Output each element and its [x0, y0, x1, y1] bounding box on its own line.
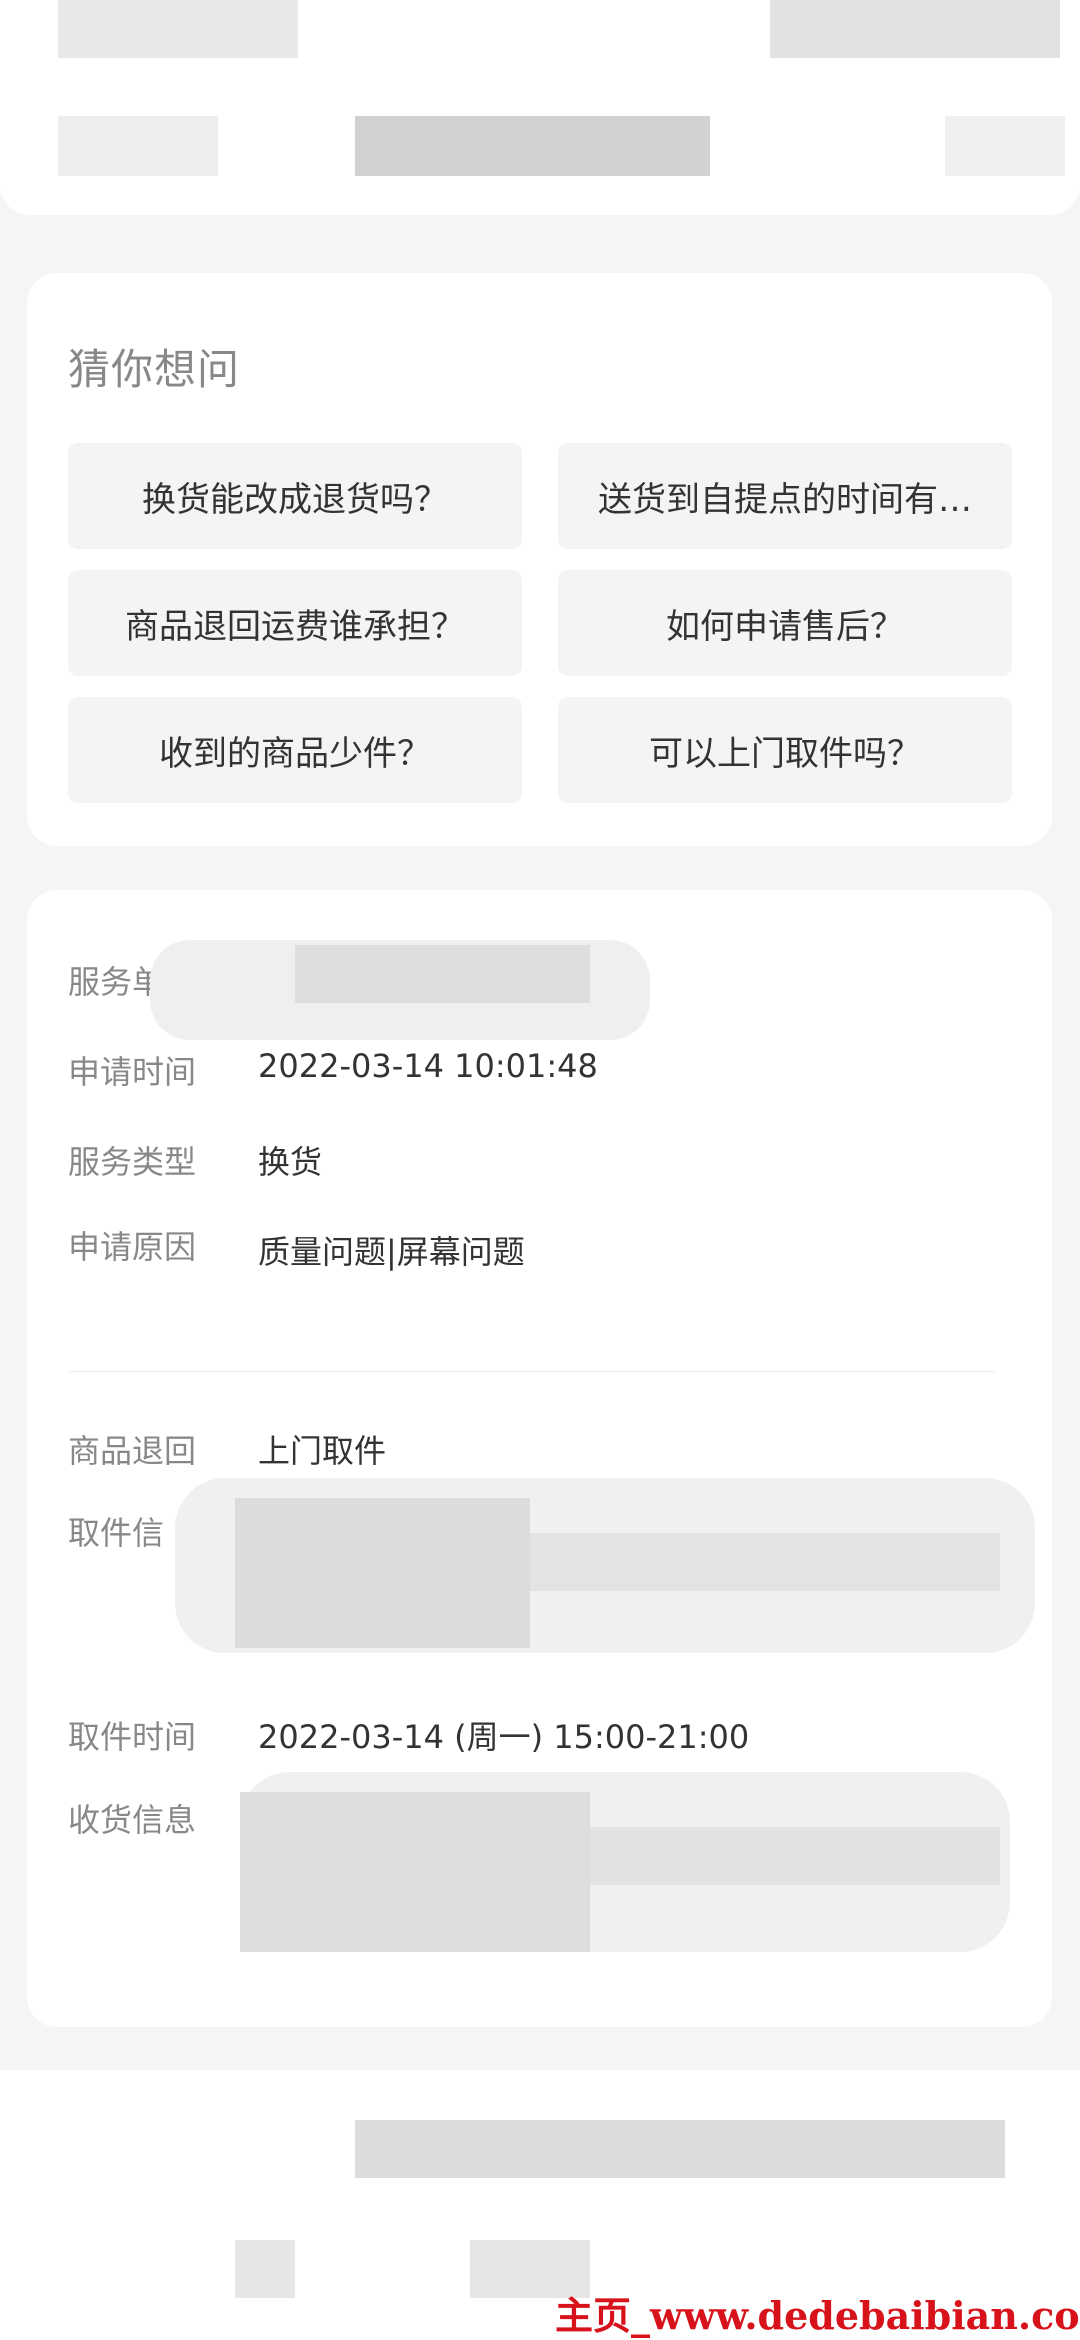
- redacted-block: [355, 2120, 1005, 2178]
- faq-question-label: 如何申请售后？: [666, 606, 904, 647]
- receive-info-label: 收货信息: [68, 1801, 197, 1839]
- redacted-block: [530, 1533, 1000, 1591]
- faq-question-button[interactable]: 收到的商品少件？: [68, 697, 522, 803]
- redacted-block: [235, 1498, 530, 1648]
- redacted-block: [235, 2240, 295, 2298]
- return-method-label: 商品退回: [68, 1432, 197, 1470]
- return-method-value: 上门取件: [258, 1432, 387, 1470]
- redacted-block: [240, 1792, 590, 1952]
- watermark: 主页_www.dedebaibian.com: [555, 2293, 1080, 2338]
- pickup-time-label: 取件时间: [68, 1718, 197, 1756]
- faq-question-label: 可以上门取件吗？: [649, 733, 921, 774]
- faq-question-button[interactable]: 换货能改成退货吗？: [68, 443, 522, 549]
- faq-question-label: 收到的商品少件？: [159, 733, 431, 774]
- redacted-block: [590, 1827, 1000, 1885]
- redacted-pickup-info: [175, 1478, 1035, 1653]
- service-type-value: 换货: [258, 1143, 323, 1181]
- apply-reason-label: 申请原因: [68, 1228, 197, 1266]
- faq-question-label: 换货能改成退货吗？: [142, 479, 448, 520]
- redacted-service-no: [150, 940, 650, 1040]
- redacted-block: [770, 0, 1060, 58]
- faq-question-button[interactable]: 可以上门取件吗？: [558, 697, 1012, 803]
- redacted-title: [355, 116, 710, 176]
- redacted-block: [58, 0, 298, 58]
- apply-time-value: 2022-03-14 10:01:48: [258, 1047, 598, 1085]
- faq-question-button[interactable]: 送货到自提点的时间有…: [558, 443, 1012, 549]
- faq-question-button[interactable]: 商品退回运费谁承担？: [68, 570, 522, 676]
- faq-question-label: 送货到自提点的时间有…: [598, 479, 972, 520]
- redacted-receive-info: [240, 1772, 1010, 1952]
- redacted-block: [945, 116, 1065, 176]
- faq-title: 猜你想问: [68, 345, 241, 394]
- apply-time-label: 申请时间: [68, 1053, 197, 1091]
- faq-question-label: 商品退回运费谁承担？: [125, 606, 465, 647]
- faq-question-button[interactable]: 如何申请售后？: [558, 570, 1012, 676]
- top-header-redacted: [0, 0, 1080, 215]
- pickup-time-value: 2022-03-14 (周一) 15:00-21:00: [258, 1718, 750, 1756]
- apply-reason-value: 质量问题|屏幕问题: [258, 1233, 525, 1271]
- redacted-block: [58, 116, 218, 176]
- redacted-block: [295, 945, 590, 1003]
- service-type-label: 服务类型: [68, 1143, 197, 1181]
- divider: [68, 1371, 996, 1372]
